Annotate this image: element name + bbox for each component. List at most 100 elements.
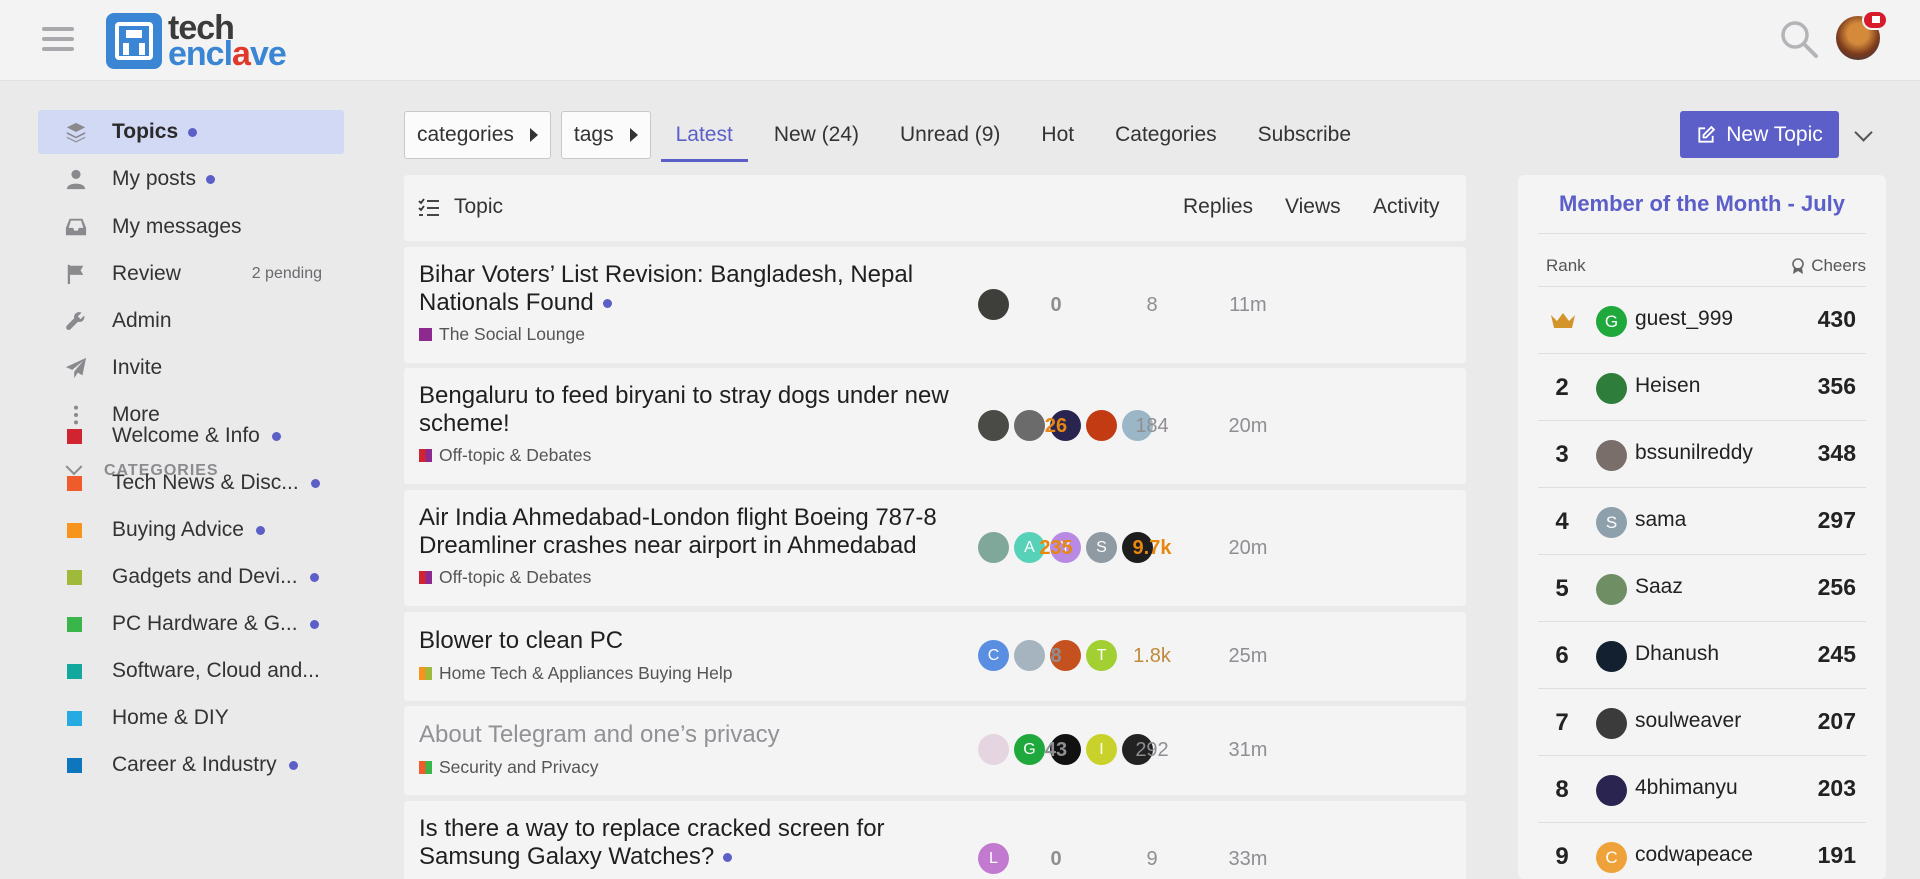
topic-title-link[interactable]: About Telegram and one’s privacy xyxy=(419,721,979,749)
topic-category-link[interactable]: Off-topic & Debates xyxy=(419,567,591,588)
poster-avatar[interactable] xyxy=(978,532,1009,563)
tags-dropdown[interactable]: tags xyxy=(560,111,651,159)
member-avatar[interactable] xyxy=(1596,708,1627,739)
member-username[interactable]: sama xyxy=(1635,508,1686,532)
member-avatar[interactable] xyxy=(1596,775,1627,806)
views-column-header[interactable]: Views xyxy=(1285,195,1341,219)
sidebar-item-invite[interactable]: Invite xyxy=(38,346,344,390)
sidebar-item-admin[interactable]: Admin xyxy=(38,299,344,343)
sidebar-item-my-posts[interactable]: My posts xyxy=(38,157,344,201)
new-activity-dot xyxy=(206,174,216,184)
tab-new[interactable]: New (24) xyxy=(759,111,874,159)
topic-replies[interactable]: 43 xyxy=(1016,739,1096,762)
inbox-icon xyxy=(62,215,90,239)
topic-replies[interactable]: 235 xyxy=(1016,537,1096,560)
topic-activity[interactable]: 20m xyxy=(1208,415,1288,438)
sidebar-item-review[interactable]: Review 2 pending xyxy=(38,252,344,296)
member-avatar[interactable]: G xyxy=(1596,306,1627,337)
member-avatar[interactable]: S xyxy=(1596,507,1627,538)
poster-avatar[interactable]: L xyxy=(978,843,1009,874)
new-activity-dot xyxy=(309,619,319,629)
sidebar-category-item[interactable]: Buying Advice xyxy=(38,508,344,552)
hamburger-menu-icon[interactable] xyxy=(40,24,76,54)
member-username[interactable]: Heisen xyxy=(1635,374,1700,398)
member-avatar[interactable] xyxy=(1596,440,1627,471)
category-label: Buying Advice xyxy=(112,518,244,541)
sidebar-item-my-messages[interactable]: My messages xyxy=(38,205,344,249)
replies-column-header[interactable]: Replies xyxy=(1183,195,1253,219)
topic-activity[interactable]: 31m xyxy=(1208,739,1288,762)
sidebar-category-item[interactable]: Career & Industry xyxy=(38,743,344,787)
tab-latest[interactable]: Latest xyxy=(660,111,749,162)
topic-replies[interactable]: 8 xyxy=(1016,645,1096,668)
search-icon[interactable] xyxy=(1779,19,1819,59)
topic-row[interactable]: Is there a way to replace cracked screen… xyxy=(404,801,1466,879)
topic-activity[interactable]: 25m xyxy=(1208,645,1288,668)
topic-row[interactable]: Bengaluru to feed biryani to stray dogs … xyxy=(404,368,1466,484)
sidebar-category-item[interactable]: Gadgets and Devi... xyxy=(38,555,344,599)
notification-flag-icon[interactable] xyxy=(1862,10,1888,30)
poster-avatar[interactable] xyxy=(978,734,1009,765)
member-username[interactable]: Dhanush xyxy=(1635,642,1719,666)
logo-text: tech enclave xyxy=(168,11,287,71)
member-avatar[interactable] xyxy=(1596,373,1627,404)
member-username[interactable]: 4bhimanyu xyxy=(1635,776,1738,800)
activity-column-header[interactable]: Activity xyxy=(1373,195,1440,219)
topic-activity[interactable]: 11m xyxy=(1208,294,1288,317)
tab-unread[interactable]: Unread (9) xyxy=(885,111,1015,159)
topic-replies[interactable]: 0 xyxy=(1016,294,1096,317)
poster-avatar[interactable] xyxy=(978,410,1009,441)
edit-icon xyxy=(1698,125,1716,143)
member-username[interactable]: guest_999 xyxy=(1635,307,1733,331)
member-avatar[interactable] xyxy=(1596,574,1627,605)
topic-title-link[interactable]: Blower to clean PC xyxy=(419,627,979,655)
site-logo[interactable]: tech enclave xyxy=(106,11,287,71)
topic-title-link[interactable]: Is there a way to replace cracked screen… xyxy=(419,815,979,871)
topic-row[interactable]: About Telegram and one’s privacy Security… xyxy=(404,706,1466,795)
poster-avatar[interactable]: C xyxy=(978,640,1009,671)
topic-list-header: Topic Replies Views Activity xyxy=(404,175,1466,241)
new-activity-dot xyxy=(309,572,319,582)
topic-column-header[interactable]: Topic xyxy=(418,195,503,219)
topic-activity[interactable]: 20m xyxy=(1208,537,1288,560)
topic-replies[interactable]: 0 xyxy=(1016,848,1096,871)
sidebar-category-item[interactable]: Tech News & Disc... xyxy=(38,461,344,505)
member-username[interactable]: soulweaver xyxy=(1635,709,1741,733)
crown-icon xyxy=(1551,313,1575,328)
member-username[interactable]: bssunilreddy xyxy=(1635,441,1753,465)
topic-replies[interactable]: 26 xyxy=(1016,415,1096,438)
topic-title-link[interactable]: Bihar Voters’ List Revision: Bangladesh,… xyxy=(419,261,979,317)
topic-category-link[interactable]: Home Tech & Appliances Buying Help xyxy=(419,663,732,684)
award-icon xyxy=(1792,258,1804,274)
topic-category-link[interactable]: Off-topic & Debates xyxy=(419,445,591,466)
tab-hot[interactable]: Hot xyxy=(1026,111,1089,159)
new-topic-button[interactable]: New Topic xyxy=(1680,111,1839,158)
new-activity-dot xyxy=(288,760,298,770)
sidebar-category-item[interactable]: Welcome & Info xyxy=(38,414,344,458)
sidebar-category-item[interactable]: Software, Cloud and... xyxy=(38,649,344,693)
tab-categories[interactable]: Categories xyxy=(1100,111,1232,159)
topic-title-link[interactable]: Bengaluru to feed biryani to stray dogs … xyxy=(419,382,979,438)
topic-activity[interactable]: 33m xyxy=(1208,848,1288,871)
tab-subscribe[interactable]: Subscribe xyxy=(1243,111,1366,159)
topic-row[interactable]: Air India Ahmedabad-London flight Boeing… xyxy=(404,490,1466,606)
topic-title-link[interactable]: Air India Ahmedabad-London flight Boeing… xyxy=(419,504,979,560)
rank-header: Rank xyxy=(1546,256,1586,275)
topic-category-link[interactable]: Security and Privacy xyxy=(419,757,599,778)
member-username[interactable]: codwapeace xyxy=(1635,843,1753,867)
member-of-month-title[interactable]: Member of the Month - July xyxy=(1518,191,1886,217)
chevron-down-icon[interactable] xyxy=(1854,123,1873,142)
member-username[interactable]: Saaz xyxy=(1635,575,1683,599)
member-cheers-score: 356 xyxy=(1817,373,1856,399)
member-cheers-score: 297 xyxy=(1817,507,1856,533)
member-avatar[interactable] xyxy=(1596,641,1627,672)
sidebar-category-item[interactable]: PC Hardware & G... xyxy=(38,602,344,646)
topic-category-link[interactable]: The Social Lounge xyxy=(419,324,585,345)
poster-avatar[interactable] xyxy=(978,289,1009,320)
sidebar-category-item[interactable]: Home & DIY xyxy=(38,696,344,740)
categories-dropdown[interactable]: categories xyxy=(404,111,551,159)
sidebar-item-topics[interactable]: Topics xyxy=(38,110,344,154)
topic-row[interactable]: Bihar Voters’ List Revision: Bangladesh,… xyxy=(404,247,1466,363)
topic-row[interactable]: Blower to clean PC Home Tech & Appliances… xyxy=(404,612,1466,701)
member-avatar[interactable]: C xyxy=(1596,842,1627,873)
